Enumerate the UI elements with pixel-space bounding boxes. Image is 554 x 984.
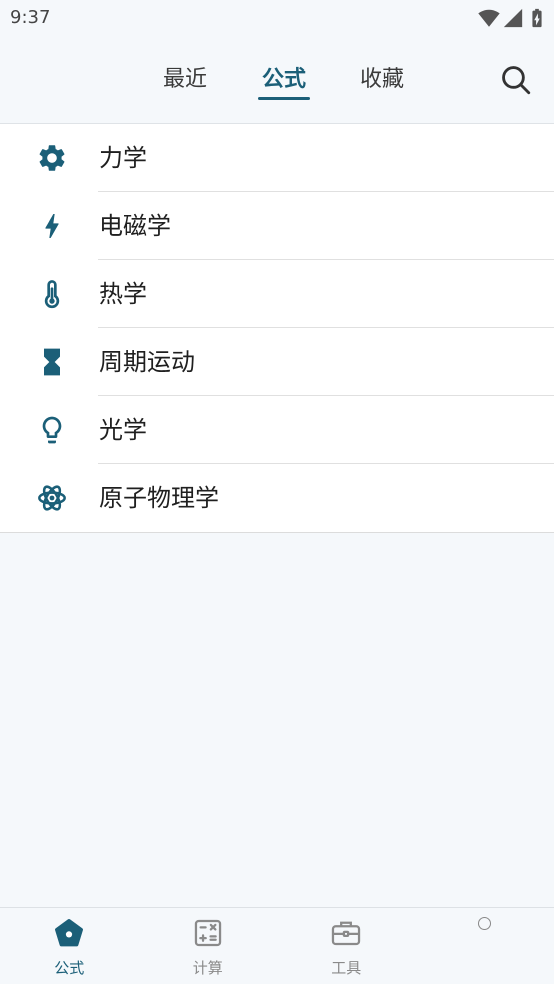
home-pentagon-icon xyxy=(52,916,86,950)
tab-favorites-label: 收藏 xyxy=(359,67,404,92)
toolbox-icon xyxy=(329,916,363,950)
category-row-optics[interactable]: 光学 xyxy=(0,396,554,464)
status-bar: 9:37 xyxy=(0,0,554,36)
nav-item-tools[interactable]: 工具 xyxy=(277,908,416,984)
battery-charging-icon xyxy=(526,7,548,29)
hourglass-icon xyxy=(36,346,68,378)
category-label: 周期运动 xyxy=(99,348,195,376)
calculator-icon xyxy=(191,916,225,950)
thermometer-icon xyxy=(36,278,68,310)
circle-icon xyxy=(477,917,491,930)
category-row-electromagnetism[interactable]: 电磁学 xyxy=(0,192,554,260)
category-label: 光学 xyxy=(99,416,147,444)
category-list: 力学 电磁学 热学 周期运动 光学 原子物理学 xyxy=(0,124,554,533)
category-row-atomic-physics[interactable]: 原子物理学 xyxy=(0,464,554,532)
lightning-icon xyxy=(36,210,68,242)
atom-icon xyxy=(36,482,68,514)
tab-formulas[interactable]: 公式 xyxy=(244,62,324,102)
category-row-mechanics[interactable]: 力学 xyxy=(0,124,554,192)
tab-indicator xyxy=(258,97,310,100)
tab-recent-label: 最近 xyxy=(162,67,207,92)
search-icon xyxy=(498,62,534,98)
cell-signal-icon xyxy=(502,7,524,29)
category-label: 电磁学 xyxy=(99,212,171,240)
nav-label: 计算 xyxy=(192,959,223,977)
tab-favorites[interactable]: 收藏 xyxy=(342,62,422,102)
wifi-icon xyxy=(478,7,500,29)
nav-label: 工具 xyxy=(331,959,362,977)
lightbulb-icon xyxy=(36,414,68,446)
status-icons xyxy=(478,7,548,29)
tab-recent[interactable]: 最近 xyxy=(145,62,225,102)
category-label: 力学 xyxy=(99,144,147,172)
category-label: 热学 xyxy=(99,280,147,308)
category-row-periodic-motion[interactable]: 周期运动 xyxy=(0,328,554,396)
search-button[interactable] xyxy=(498,62,534,98)
category-row-thermodynamics[interactable]: 热学 xyxy=(0,260,554,328)
nav-item-formulas[interactable]: 公式 xyxy=(0,908,139,984)
nav-item-calculate[interactable]: 计算 xyxy=(139,908,278,984)
tab-formulas-label: 公式 xyxy=(261,67,306,92)
status-time: 9:37 xyxy=(10,7,51,28)
nav-item-extra[interactable] xyxy=(416,908,554,984)
gear-icon xyxy=(36,142,68,174)
bottom-nav: 公式 计算 工具 xyxy=(0,907,554,984)
nav-label: 公式 xyxy=(54,959,85,977)
top-tab-bar: 最近 公式 收藏 xyxy=(0,40,554,124)
category-label: 原子物理学 xyxy=(99,484,219,512)
